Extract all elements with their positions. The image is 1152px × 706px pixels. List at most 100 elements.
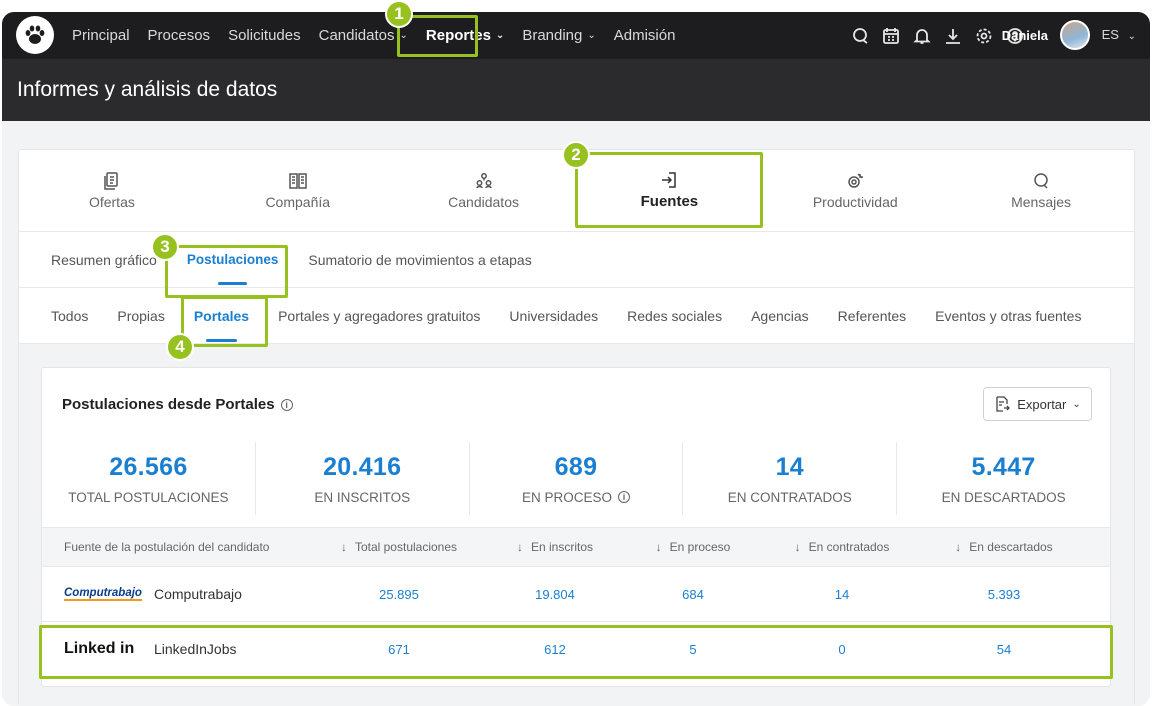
paw-logo[interactable] bbox=[16, 16, 54, 54]
step-badge: 3 bbox=[151, 233, 179, 261]
nav-item-principal[interactable]: Principal bbox=[72, 27, 130, 44]
nav-item-branding[interactable]: Branding ⌄ bbox=[522, 27, 595, 44]
user-name: Daniela bbox=[1001, 27, 1048, 43]
tab-label: Compañía bbox=[265, 193, 331, 210]
source-name: Computrabajo bbox=[154, 586, 242, 602]
tab-label: Productividad bbox=[812, 193, 898, 210]
download-icon[interactable] bbox=[937, 27, 968, 45]
export-button[interactable]: Exportar ⌄ bbox=[983, 387, 1092, 421]
chat-icon[interactable] bbox=[844, 27, 875, 45]
column-header-label: En contratados bbox=[808, 540, 890, 554]
stat-label: TOTAL POSTULACIONES bbox=[68, 489, 229, 505]
stat-label: EN DESCARTADOS bbox=[941, 489, 1066, 505]
top-navbar: Principal Procesos Solicitudes Candidato… bbox=[2, 12, 1150, 59]
stat-value: 26.566 bbox=[109, 452, 188, 481]
building-icon bbox=[288, 172, 307, 190]
step-badge: 1 bbox=[385, 0, 413, 28]
column-header-total[interactable]: ↓ Total postulaciones bbox=[324, 540, 474, 554]
nav-item-label: Candidatos bbox=[318, 27, 395, 44]
nav-item-candidatos[interactable]: Candidatos ⌄ bbox=[319, 27, 408, 44]
filter-redes-sociales[interactable]: Redes sociales bbox=[627, 308, 722, 324]
nav-item-label: Principal bbox=[72, 27, 130, 44]
nav-item-solicitudes[interactable]: Solicitudes bbox=[228, 27, 301, 44]
nav-item-admision[interactable]: Admisión bbox=[614, 27, 676, 44]
tab-productividad[interactable]: Productividad bbox=[762, 150, 948, 231]
sort-down-icon: ↓ bbox=[655, 540, 662, 554]
nav-item-label: Solicitudes bbox=[228, 27, 301, 44]
sort-down-icon: ↓ bbox=[955, 540, 962, 554]
stat-value: 20.416 bbox=[323, 452, 402, 481]
logo-text: Computrabajo bbox=[64, 587, 142, 601]
message-icon bbox=[1032, 172, 1050, 190]
tab-mensajes[interactable]: Mensajes bbox=[948, 150, 1134, 231]
value-proceso[interactable]: 684 bbox=[636, 587, 750, 602]
chevron-down-icon: ⌄ bbox=[495, 30, 505, 41]
stat-label: EN CONTRATADOS bbox=[727, 489, 852, 505]
export-icon bbox=[996, 396, 1011, 412]
tab-ofertas[interactable]: Ofertas bbox=[19, 150, 205, 231]
reports-card: Ofertas Compañía Candidatos Fuentes Prod… bbox=[18, 149, 1135, 706]
filter-agencias[interactable]: Agencias bbox=[751, 308, 809, 324]
stat-label: EN INSCRITOS bbox=[314, 489, 411, 505]
sort-down-icon: ↓ bbox=[794, 540, 801, 554]
subtab-resumen-grafico[interactable]: Resumen gráfico bbox=[51, 252, 157, 268]
table-header: Fuente de la postulación del candidato ↓… bbox=[42, 528, 1110, 566]
sort-down-icon: ↓ bbox=[516, 540, 523, 554]
stat-descartados: 5.447 EN DESCARTADOS bbox=[897, 442, 1110, 515]
productivity-icon bbox=[846, 172, 864, 190]
filter-referentes[interactable]: Referentes bbox=[838, 308, 906, 324]
panel-title: Postulaciones desde Portales i bbox=[62, 396, 293, 413]
bell-icon[interactable] bbox=[906, 27, 937, 45]
nav-item-procesos[interactable]: Procesos bbox=[148, 27, 211, 44]
column-header-proceso[interactable]: ↓ En proceso bbox=[636, 540, 750, 554]
nav-item-label: Admisión bbox=[613, 27, 676, 44]
step-badge: 4 bbox=[166, 333, 194, 361]
settings-icon[interactable] bbox=[968, 27, 999, 45]
stat-label-row: EN PROCESO i bbox=[522, 490, 630, 505]
stat-label: EN PROCESO bbox=[521, 489, 612, 505]
tab-label: Ofertas bbox=[88, 193, 135, 210]
column-header-contratados[interactable]: ↓ En contratados bbox=[750, 540, 934, 554]
page-title: Informes y análisis de datos bbox=[17, 78, 278, 101]
value-contratados[interactable]: 14 bbox=[750, 587, 934, 602]
filter-eventos[interactable]: Eventos y otras fuentes bbox=[935, 308, 1081, 324]
chevron-down-icon: ⌄ bbox=[587, 30, 596, 41]
highlight-postulaciones bbox=[165, 245, 288, 298]
highlight-linkedin-row bbox=[39, 625, 1113, 679]
filter-portales-gratuitos[interactable]: Portales y agregadores gratuitos bbox=[278, 308, 480, 324]
filter-universidades[interactable]: Universidades bbox=[509, 308, 598, 324]
subtab-sumatorio[interactable]: Sumatorio de movimientos a etapas bbox=[308, 252, 531, 268]
tab-label: Candidatos bbox=[448, 193, 519, 210]
filter-propias[interactable]: Propias bbox=[117, 308, 164, 324]
filter-todos[interactable]: Todos bbox=[51, 308, 88, 324]
nav-item-label: Procesos bbox=[147, 27, 211, 44]
sort-down-icon: ↓ bbox=[340, 540, 347, 554]
calendar-icon[interactable] bbox=[875, 27, 906, 45]
column-header-inscritos[interactable]: ↓ En inscritos bbox=[474, 540, 636, 554]
avatar bbox=[1060, 20, 1090, 50]
step-badge: 2 bbox=[562, 141, 590, 169]
people-icon bbox=[475, 172, 493, 190]
column-header-descartados[interactable]: ↓ En descartados bbox=[934, 540, 1074, 554]
language-label: ES bbox=[1101, 27, 1119, 42]
info-icon[interactable]: i bbox=[618, 491, 630, 503]
highlight-portales bbox=[181, 296, 268, 347]
column-header-label: En proceso bbox=[669, 540, 731, 554]
main-menu: Principal Procesos Solicitudes Candidato… bbox=[72, 12, 693, 59]
table-row: Computrabajo Computrabajo 25.895 19.804 … bbox=[42, 566, 1110, 621]
highlight-fuentes bbox=[575, 152, 763, 228]
tab-compania[interactable]: Compañía bbox=[205, 150, 391, 231]
tab-candidatos[interactable]: Candidatos bbox=[391, 150, 577, 231]
value-inscritos[interactable]: 19.804 bbox=[474, 587, 636, 602]
stat-total: 26.566 TOTAL POSTULACIONES bbox=[42, 442, 256, 515]
info-icon[interactable]: i bbox=[280, 398, 293, 411]
chevron-down-icon: ⌄ bbox=[1127, 31, 1136, 42]
value-total[interactable]: 25.895 bbox=[324, 587, 474, 602]
column-header-source: Fuente de la postulación del candidato bbox=[64, 540, 270, 554]
column-header-label: Total postulaciones bbox=[354, 540, 458, 554]
stat-value: 689 bbox=[554, 452, 598, 481]
stat-contratados: 14 EN CONTRATADOS bbox=[683, 442, 898, 515]
user-menu[interactable]: Daniela bbox=[1002, 20, 1090, 50]
language-selector[interactable]: ES ⌄ bbox=[1102, 27, 1136, 42]
value-descartados[interactable]: 5.393 bbox=[934, 587, 1074, 602]
